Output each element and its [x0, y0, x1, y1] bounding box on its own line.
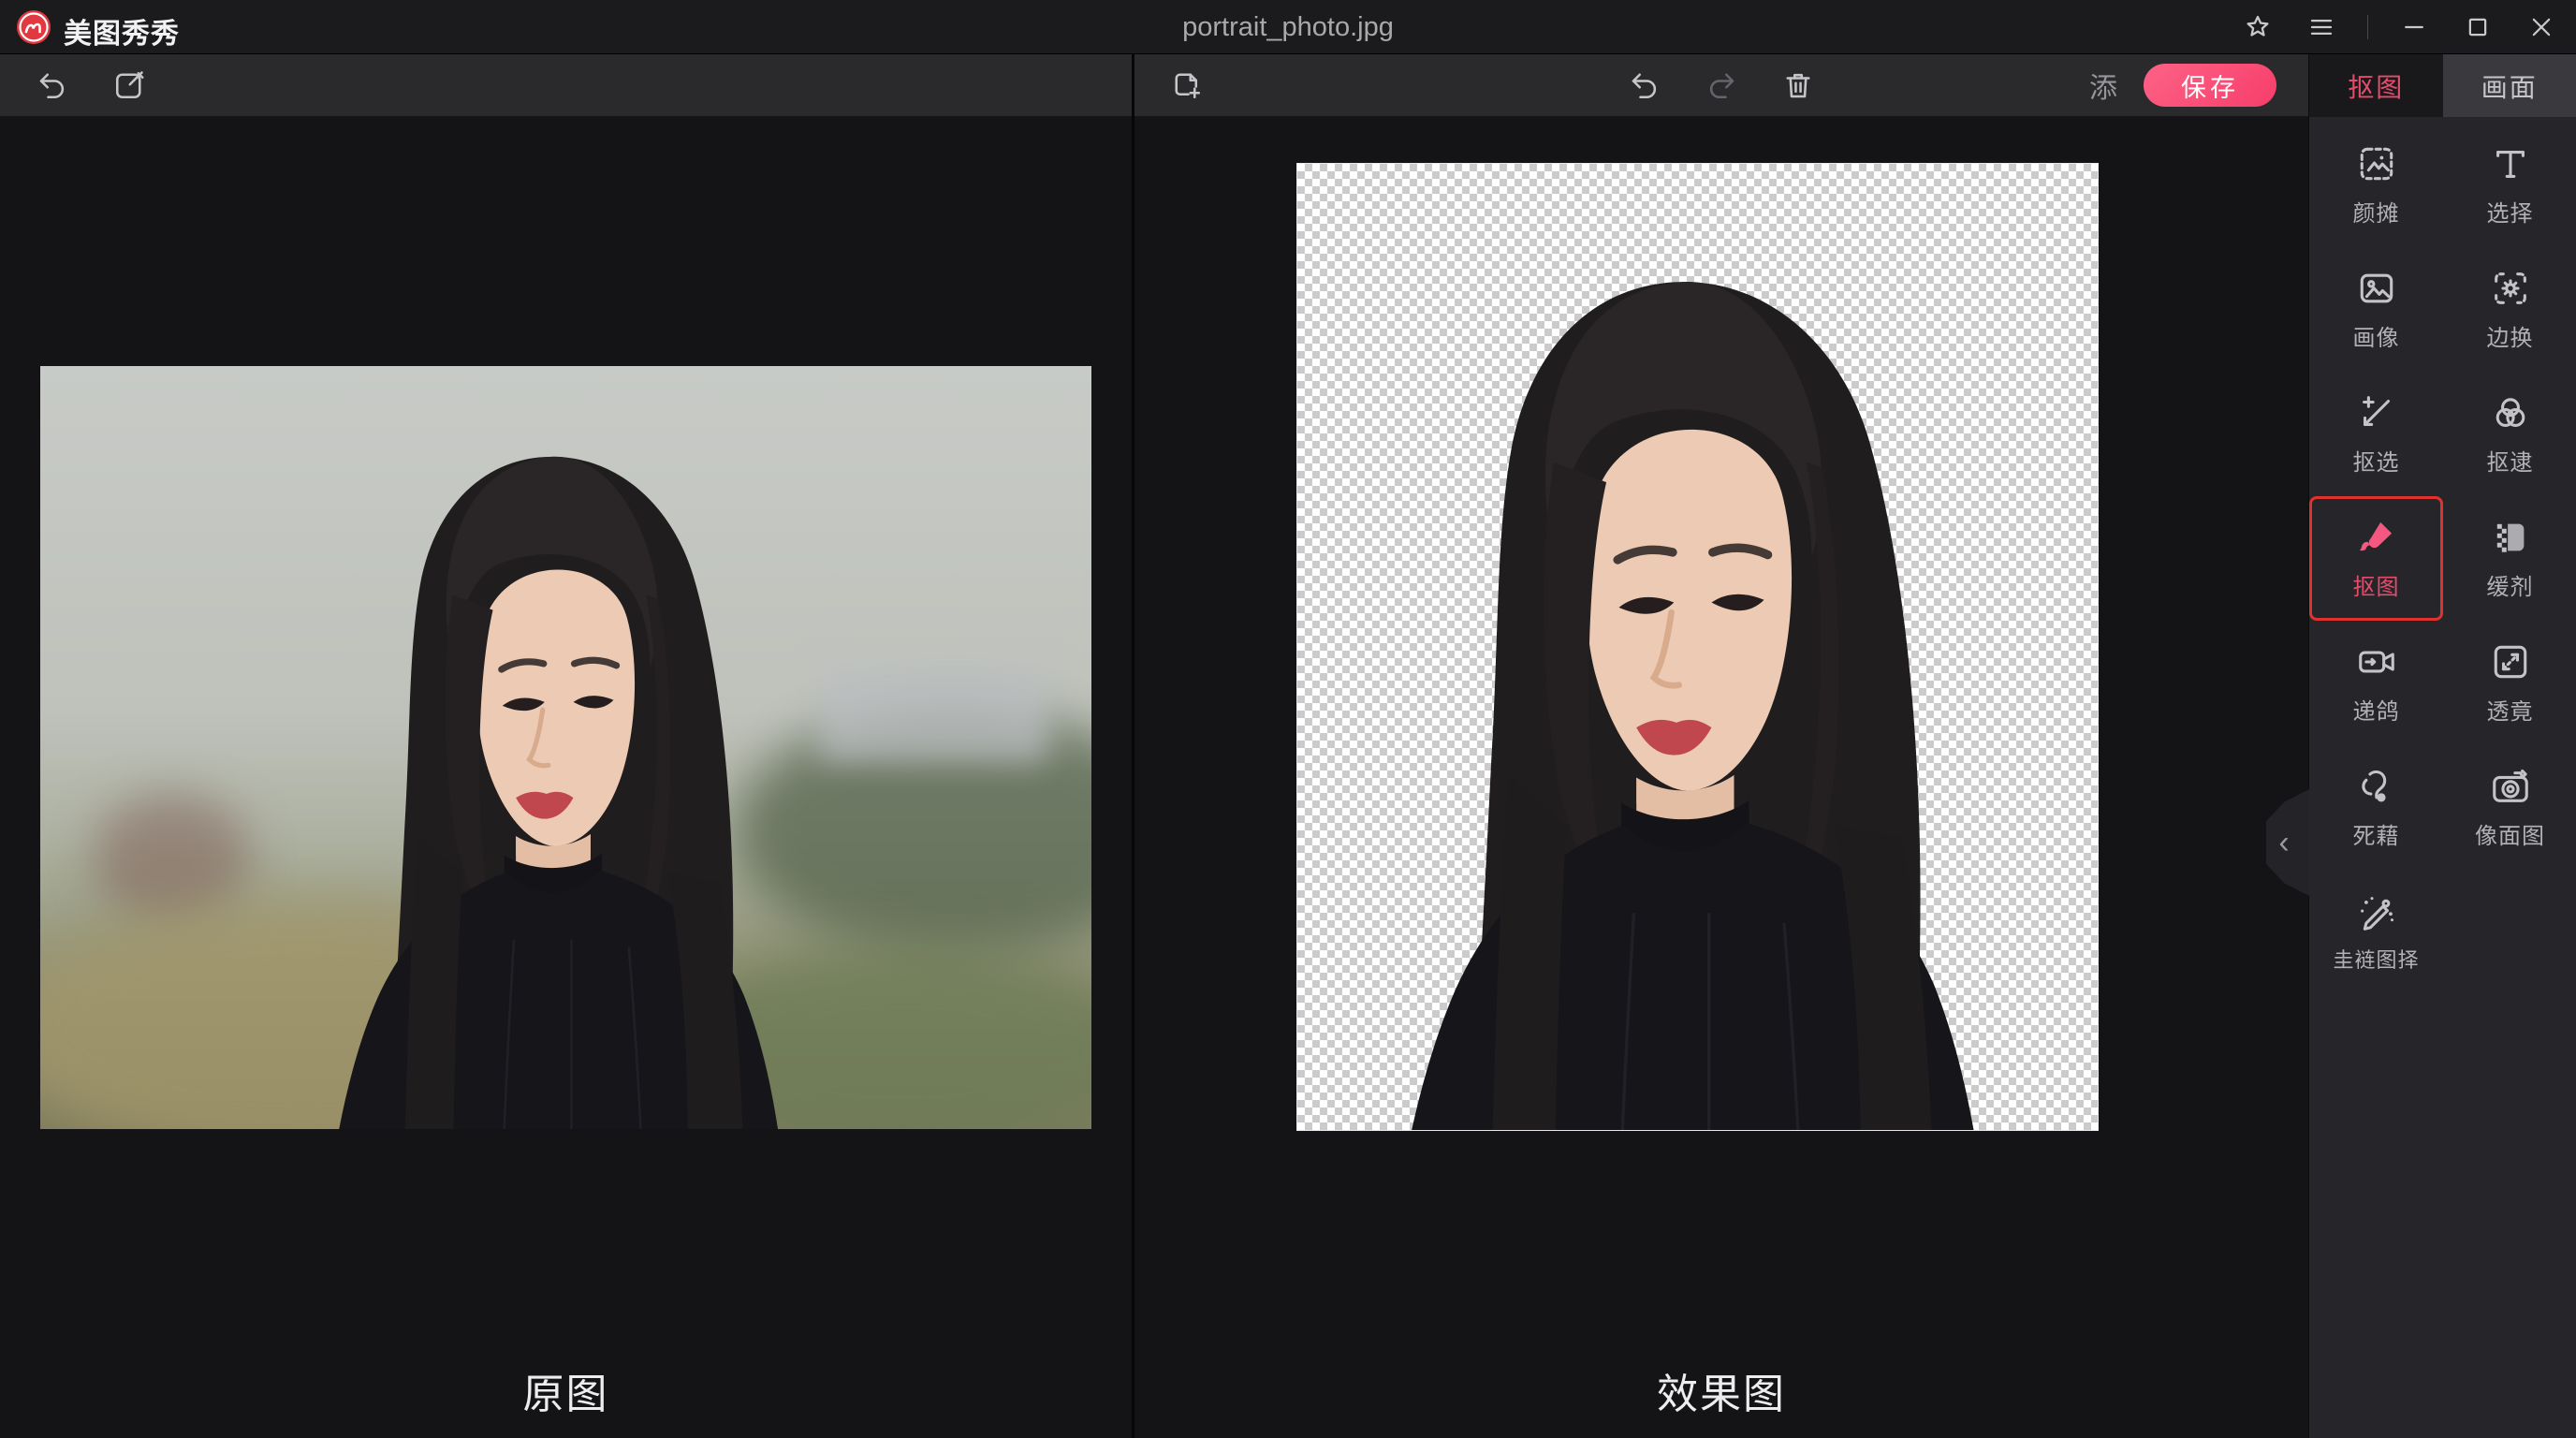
tool-item-magicpen[interactable]: 圭裢图择 [2309, 870, 2443, 994]
camera-icon [2489, 765, 2532, 808]
magicpen-icon [2355, 891, 2398, 934]
tool-label: 圭裢图择 [2333, 944, 2419, 974]
undo-icon[interactable] [1626, 66, 1663, 104]
brush-icon [2355, 516, 2398, 559]
new-canvas-icon[interactable] [1168, 66, 1206, 104]
undo-icon[interactable] [34, 66, 71, 104]
tool-label: 颜摊 [2353, 195, 2400, 227]
compare-icon[interactable]: 添 [2089, 65, 2117, 106]
adjustwand-icon [2355, 391, 2398, 434]
image-icon [2355, 267, 2398, 310]
transform-icon [2489, 267, 2532, 310]
textselect-icon [2489, 142, 2532, 185]
favorite-icon[interactable] [2240, 9, 2276, 45]
panel-divider [1132, 54, 1134, 1438]
video-icon [2355, 640, 2398, 683]
tool-item-transform[interactable]: 边换 [2443, 247, 2576, 372]
window-controls [2240, 0, 2559, 54]
background-blur-buildings [818, 664, 1049, 763]
original-panel-toolbar [0, 54, 1132, 117]
cutout-subject [1309, 237, 2059, 1130]
tool-item-video[interactable]: 递鸽 [2309, 621, 2443, 745]
tool-label: 死藉 [2353, 817, 2400, 850]
sidebar: 抠图 画面 颜摊选择画像边换抠选抠逮抠图缓剂递鸽透竟死藉像面图圭裢图择 [2308, 54, 2576, 1438]
tool-item-mosaic[interactable]: 缓剂 [2443, 496, 2576, 621]
result-caption: 效果图 [1134, 1360, 2308, 1420]
save-button[interactable]: 保存 [2144, 64, 2276, 107]
lassopaw-icon [2355, 765, 2398, 808]
original-photo[interactable] [40, 366, 1091, 1129]
tool-label: 缓剂 [2487, 568, 2534, 601]
tool-grid: 颜摊 选择画像 边换抠选 抠逮抠图 缓剂递鸽 透竟死藉 像面图圭裢图择 [2309, 123, 2576, 994]
original-caption: 原图 [0, 1360, 1132, 1420]
sidebar-tabs: 抠图 画面 [2309, 54, 2576, 117]
tool-label: 抠逮 [2487, 444, 2534, 477]
original-panel: 原图 [0, 54, 1132, 1438]
tab-canvas[interactable]: 画面 [2443, 54, 2576, 117]
tool-item-camera[interactable]: 像面图 [2443, 745, 2576, 870]
tool-item-lassopaw[interactable]: 死藉 [2309, 745, 2443, 870]
result-panel: 效果图 [1134, 54, 2308, 1438]
tool-item-image[interactable]: 画像 [2309, 247, 2443, 372]
close-icon[interactable] [2524, 9, 2559, 45]
background-blur-red [93, 793, 250, 923]
document-title: portrait_photo.jpg [0, 12, 2576, 43]
tool-item-colorblend[interactable]: 抠逮 [2443, 372, 2576, 496]
tool-item-template[interactable]: 颜摊 [2309, 123, 2443, 247]
trash-icon[interactable] [1779, 66, 1817, 104]
tool-label: 边换 [2487, 319, 2534, 352]
result-panel-toolbar: 添 保存 [1134, 54, 2308, 117]
result-canvas[interactable] [1297, 164, 2098, 1130]
portrait-subject [265, 422, 840, 1129]
tool-label: 画像 [2353, 319, 2400, 352]
tool-label: 选择 [2487, 195, 2534, 227]
tab-cutout[interactable]: 抠图 [2309, 54, 2443, 117]
tool-item-adjustwand[interactable]: 抠选 [2309, 372, 2443, 496]
colorblend-icon [2489, 391, 2532, 434]
tool-label: 抠选 [2353, 444, 2400, 477]
chevron-left-icon: ‹ [2278, 825, 2289, 861]
tool-label: 透竟 [2487, 693, 2534, 726]
tool-item-textselect[interactable]: 选择 [2443, 123, 2576, 247]
template-icon [2355, 142, 2398, 185]
edit-icon[interactable] [110, 66, 148, 104]
minimize-icon[interactable] [2396, 9, 2432, 45]
controls-divider [2367, 15, 2368, 39]
menu-icon[interactable] [2304, 9, 2339, 45]
mosaic-icon [2489, 516, 2532, 559]
redo-icon[interactable] [1703, 66, 1740, 104]
maximize-icon[interactable] [2460, 9, 2496, 45]
tool-item-brush[interactable]: 抠图 [2309, 496, 2443, 621]
tool-item-resize[interactable]: 透竟 [2443, 621, 2576, 745]
tool-label: 像面图 [2475, 817, 2545, 850]
titlebar: 美图秀秀 portrait_photo.jpg [0, 0, 2576, 54]
tool-label: 递鸽 [2353, 693, 2400, 726]
resize-icon [2489, 640, 2532, 683]
tool-label: 抠图 [2353, 568, 2400, 601]
